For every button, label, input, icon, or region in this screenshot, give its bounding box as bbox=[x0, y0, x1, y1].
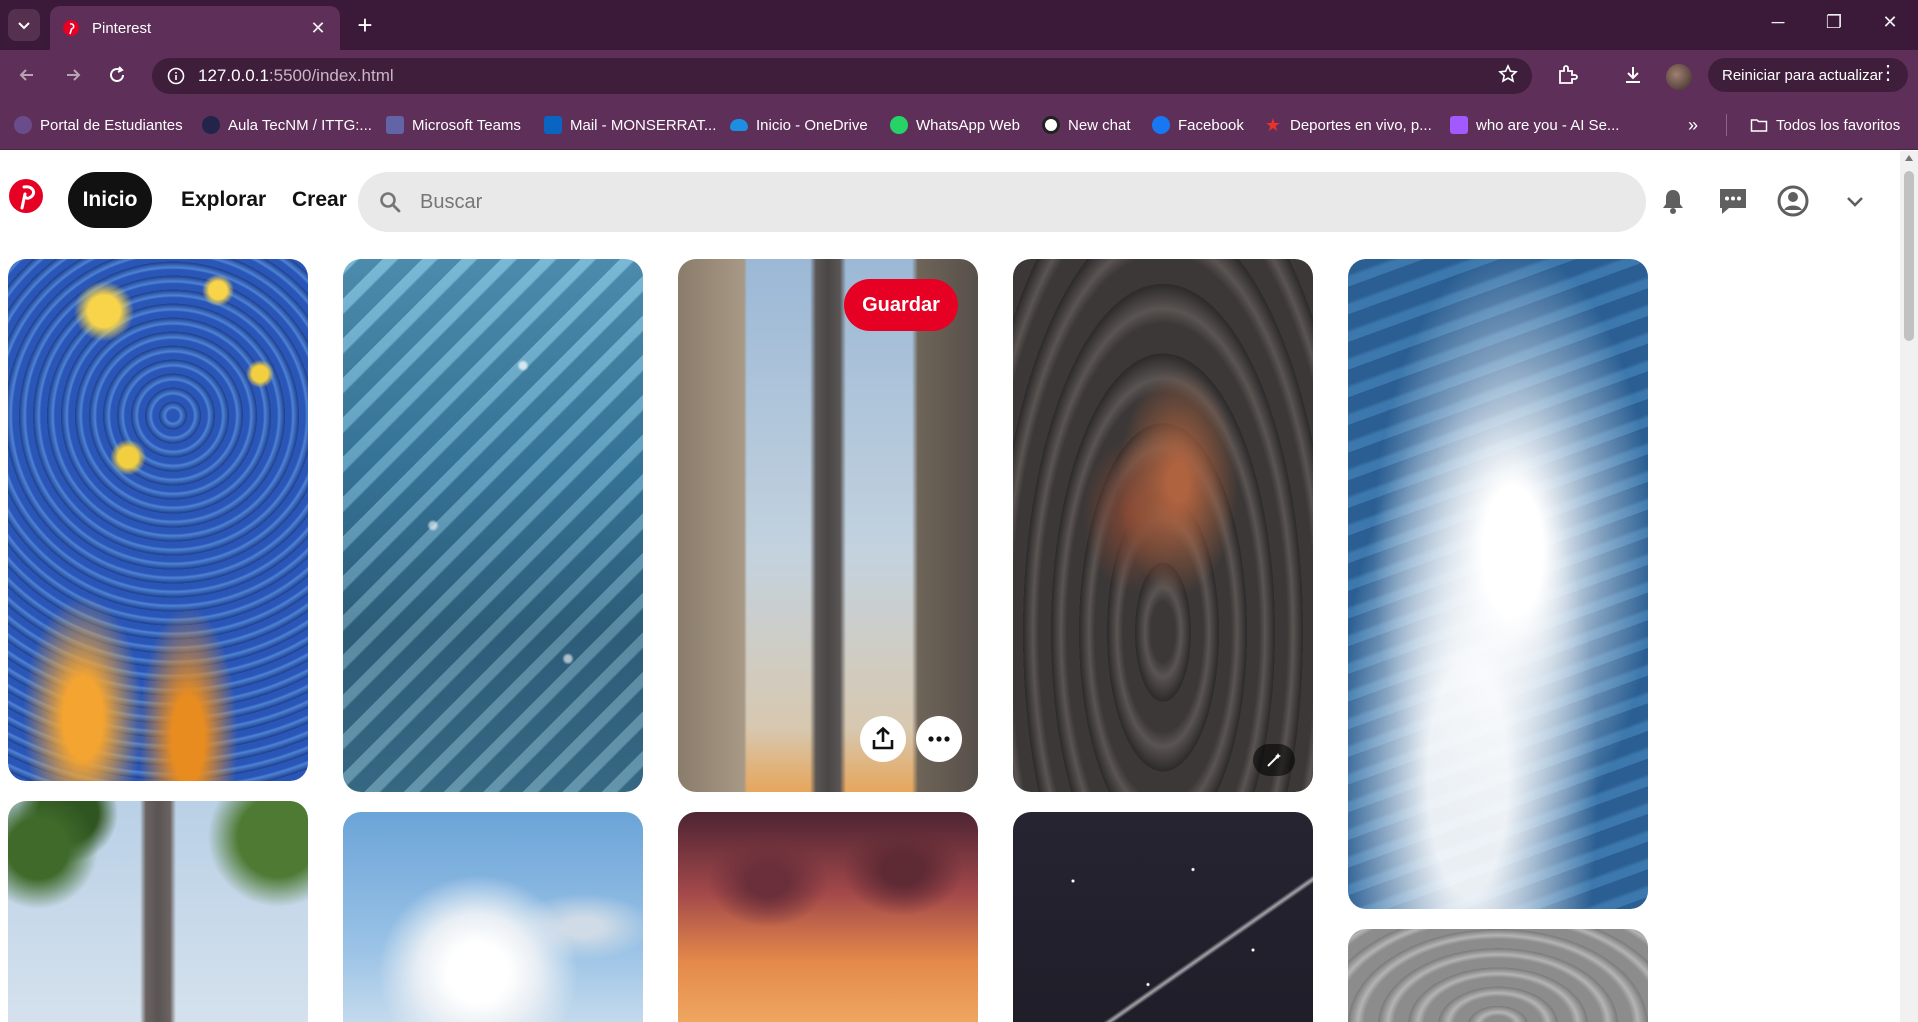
forward-button[interactable] bbox=[58, 60, 88, 90]
star-icon: ★ bbox=[1264, 115, 1282, 135]
tecnm-icon bbox=[202, 116, 220, 134]
bookmark-star-icon[interactable] bbox=[1498, 63, 1518, 89]
pin-card[interactable] bbox=[343, 259, 643, 792]
save-button[interactable]: Guardar bbox=[844, 279, 958, 331]
pin-card[interactable] bbox=[8, 801, 308, 1022]
account-icon[interactable] bbox=[1776, 184, 1810, 218]
more-options-button[interactable] bbox=[916, 716, 962, 762]
visual-search-button[interactable] bbox=[1253, 744, 1295, 776]
chevron-down-icon bbox=[18, 22, 30, 30]
nav-create[interactable]: Crear bbox=[292, 172, 347, 228]
pin-card-hovered[interactable]: Guardar bbox=[678, 259, 978, 792]
pin-card[interactable] bbox=[1013, 259, 1313, 792]
back-button[interactable] bbox=[12, 60, 42, 90]
bookmark-label: New chat bbox=[1068, 116, 1131, 134]
tab-search-button[interactable] bbox=[8, 9, 40, 41]
pin-card[interactable] bbox=[343, 812, 643, 1022]
pin-card[interactable] bbox=[1013, 812, 1313, 1022]
bookmark-label: Facebook bbox=[1178, 116, 1244, 134]
ai-search-icon bbox=[1450, 116, 1468, 134]
pin-card[interactable] bbox=[1348, 929, 1648, 1022]
address-bar[interactable]: 127.0.0.1:5500/index.html bbox=[152, 58, 1532, 94]
ellipsis-icon bbox=[928, 736, 950, 742]
nav-explore[interactable]: Explorar bbox=[181, 172, 266, 228]
reload-icon bbox=[110, 66, 124, 82]
magic-wand-icon bbox=[1267, 753, 1281, 767]
download-icon[interactable] bbox=[1620, 62, 1646, 88]
update-button-label: Reiniciar para actualizar bbox=[1722, 66, 1883, 84]
pinterest-logo-icon[interactable] bbox=[8, 178, 44, 214]
url-text: 127.0.0.1:5500/index.html bbox=[198, 66, 394, 85]
search-input[interactable] bbox=[420, 190, 1646, 214]
bookmarks-divider bbox=[1726, 114, 1727, 136]
folder-icon bbox=[1750, 119, 1768, 132]
bookmarks-bar: Portal de Estudiantes Aula TecNM / ITTG:… bbox=[0, 100, 1918, 150]
tab-title: Pinterest bbox=[92, 19, 152, 37]
portal-icon bbox=[14, 116, 32, 134]
arrow-right-icon bbox=[67, 69, 81, 81]
pinterest-page: Inicio Explorar Crear Guardar bbox=[0, 151, 1918, 1022]
profile-avatar[interactable] bbox=[1666, 64, 1692, 90]
update-button[interactable]: Reiniciar para actualizar ⋮ bbox=[1708, 58, 1908, 92]
bookmark-label: Inicio - OneDrive bbox=[756, 116, 868, 134]
site-info-icon[interactable] bbox=[166, 66, 186, 86]
minimize-icon[interactable]: ─ bbox=[1766, 12, 1790, 33]
bookmark-item[interactable]: Portal de Estudiantes bbox=[14, 113, 183, 137]
pin-card[interactable] bbox=[1348, 259, 1648, 909]
restore-icon[interactable]: ❐ bbox=[1822, 12, 1846, 33]
bookmark-label: Mail - MONSERRAT... bbox=[570, 116, 717, 134]
chevron-down-icon[interactable] bbox=[1838, 184, 1872, 218]
scrollbar-thumb[interactable] bbox=[1904, 171, 1914, 341]
arrow-left-icon bbox=[19, 69, 33, 81]
share-icon bbox=[872, 726, 894, 750]
new-tab-button[interactable]: + bbox=[350, 10, 380, 40]
reload-button[interactable] bbox=[102, 60, 132, 90]
share-button[interactable] bbox=[860, 716, 906, 762]
bookmark-label: Microsoft Teams bbox=[412, 116, 521, 134]
onedrive-icon bbox=[730, 119, 748, 131]
openai-icon bbox=[1042, 116, 1060, 134]
teams-icon bbox=[386, 116, 404, 134]
bookmark-label: who are you - AI Se... bbox=[1476, 116, 1620, 134]
messages-icon[interactable] bbox=[1716, 184, 1750, 218]
search-bar[interactable] bbox=[358, 172, 1646, 232]
bookmark-item[interactable]: ★ Deportes en vivo, p... bbox=[1264, 113, 1432, 137]
pin-card[interactable] bbox=[678, 812, 978, 1022]
bookmark-item[interactable]: who are you - AI Se... bbox=[1450, 113, 1619, 137]
bookmark-label: Aula TecNM / ITTG:... bbox=[228, 116, 372, 134]
bookmark-item[interactable]: Facebook bbox=[1152, 113, 1244, 137]
whatsapp-icon bbox=[890, 116, 908, 134]
pinterest-favicon-icon bbox=[63, 20, 79, 36]
nav-home[interactable]: Inicio bbox=[68, 172, 152, 228]
bookmark-item[interactable]: Mail - MONSERRAT... bbox=[544, 113, 716, 137]
scroll-up-icon[interactable] bbox=[1905, 155, 1913, 161]
bookmark-item[interactable]: WhatsApp Web bbox=[890, 113, 1020, 137]
bookmark-item[interactable]: Aula TecNM / ITTG:... bbox=[202, 113, 372, 137]
tab-close-icon[interactable]: ✕ bbox=[308, 18, 328, 39]
close-window-icon[interactable]: ✕ bbox=[1878, 12, 1902, 33]
pinterest-header: Inicio Explorar Crear bbox=[0, 151, 1900, 251]
outlook-icon bbox=[544, 116, 562, 134]
browser-toolbar: 127.0.0.1:5500/index.html bbox=[0, 50, 1918, 100]
all-bookmarks-label: Todos los favoritos bbox=[1776, 116, 1901, 134]
active-tab[interactable]: Pinterest ✕ bbox=[50, 6, 340, 50]
bookmark-item[interactable]: Microsoft Teams bbox=[386, 113, 521, 137]
all-bookmarks-folder[interactable]: Todos los favoritos bbox=[1750, 113, 1900, 137]
more-bookmarks-icon[interactable]: » bbox=[1688, 113, 1698, 137]
bookmark-item[interactable]: Inicio - OneDrive bbox=[730, 113, 868, 137]
bookmark-item[interactable]: New chat bbox=[1042, 113, 1131, 137]
bookmark-label: WhatsApp Web bbox=[916, 116, 1020, 134]
bell-icon[interactable] bbox=[1656, 184, 1690, 218]
search-icon bbox=[380, 192, 401, 213]
bookmark-label: Portal de Estudiantes bbox=[40, 116, 183, 134]
page-scrollbar[interactable] bbox=[1900, 151, 1918, 1022]
facebook-icon bbox=[1152, 116, 1170, 134]
pin-card[interactable] bbox=[8, 259, 308, 781]
more-vert-icon[interactable]: ⋮ bbox=[1878, 63, 1898, 83]
tab-strip: Pinterest ✕ + ─ ❐ ✕ bbox=[0, 0, 1918, 50]
bookmark-label: Deportes en vivo, p... bbox=[1290, 116, 1432, 134]
extensions-icon[interactable] bbox=[1554, 62, 1580, 88]
